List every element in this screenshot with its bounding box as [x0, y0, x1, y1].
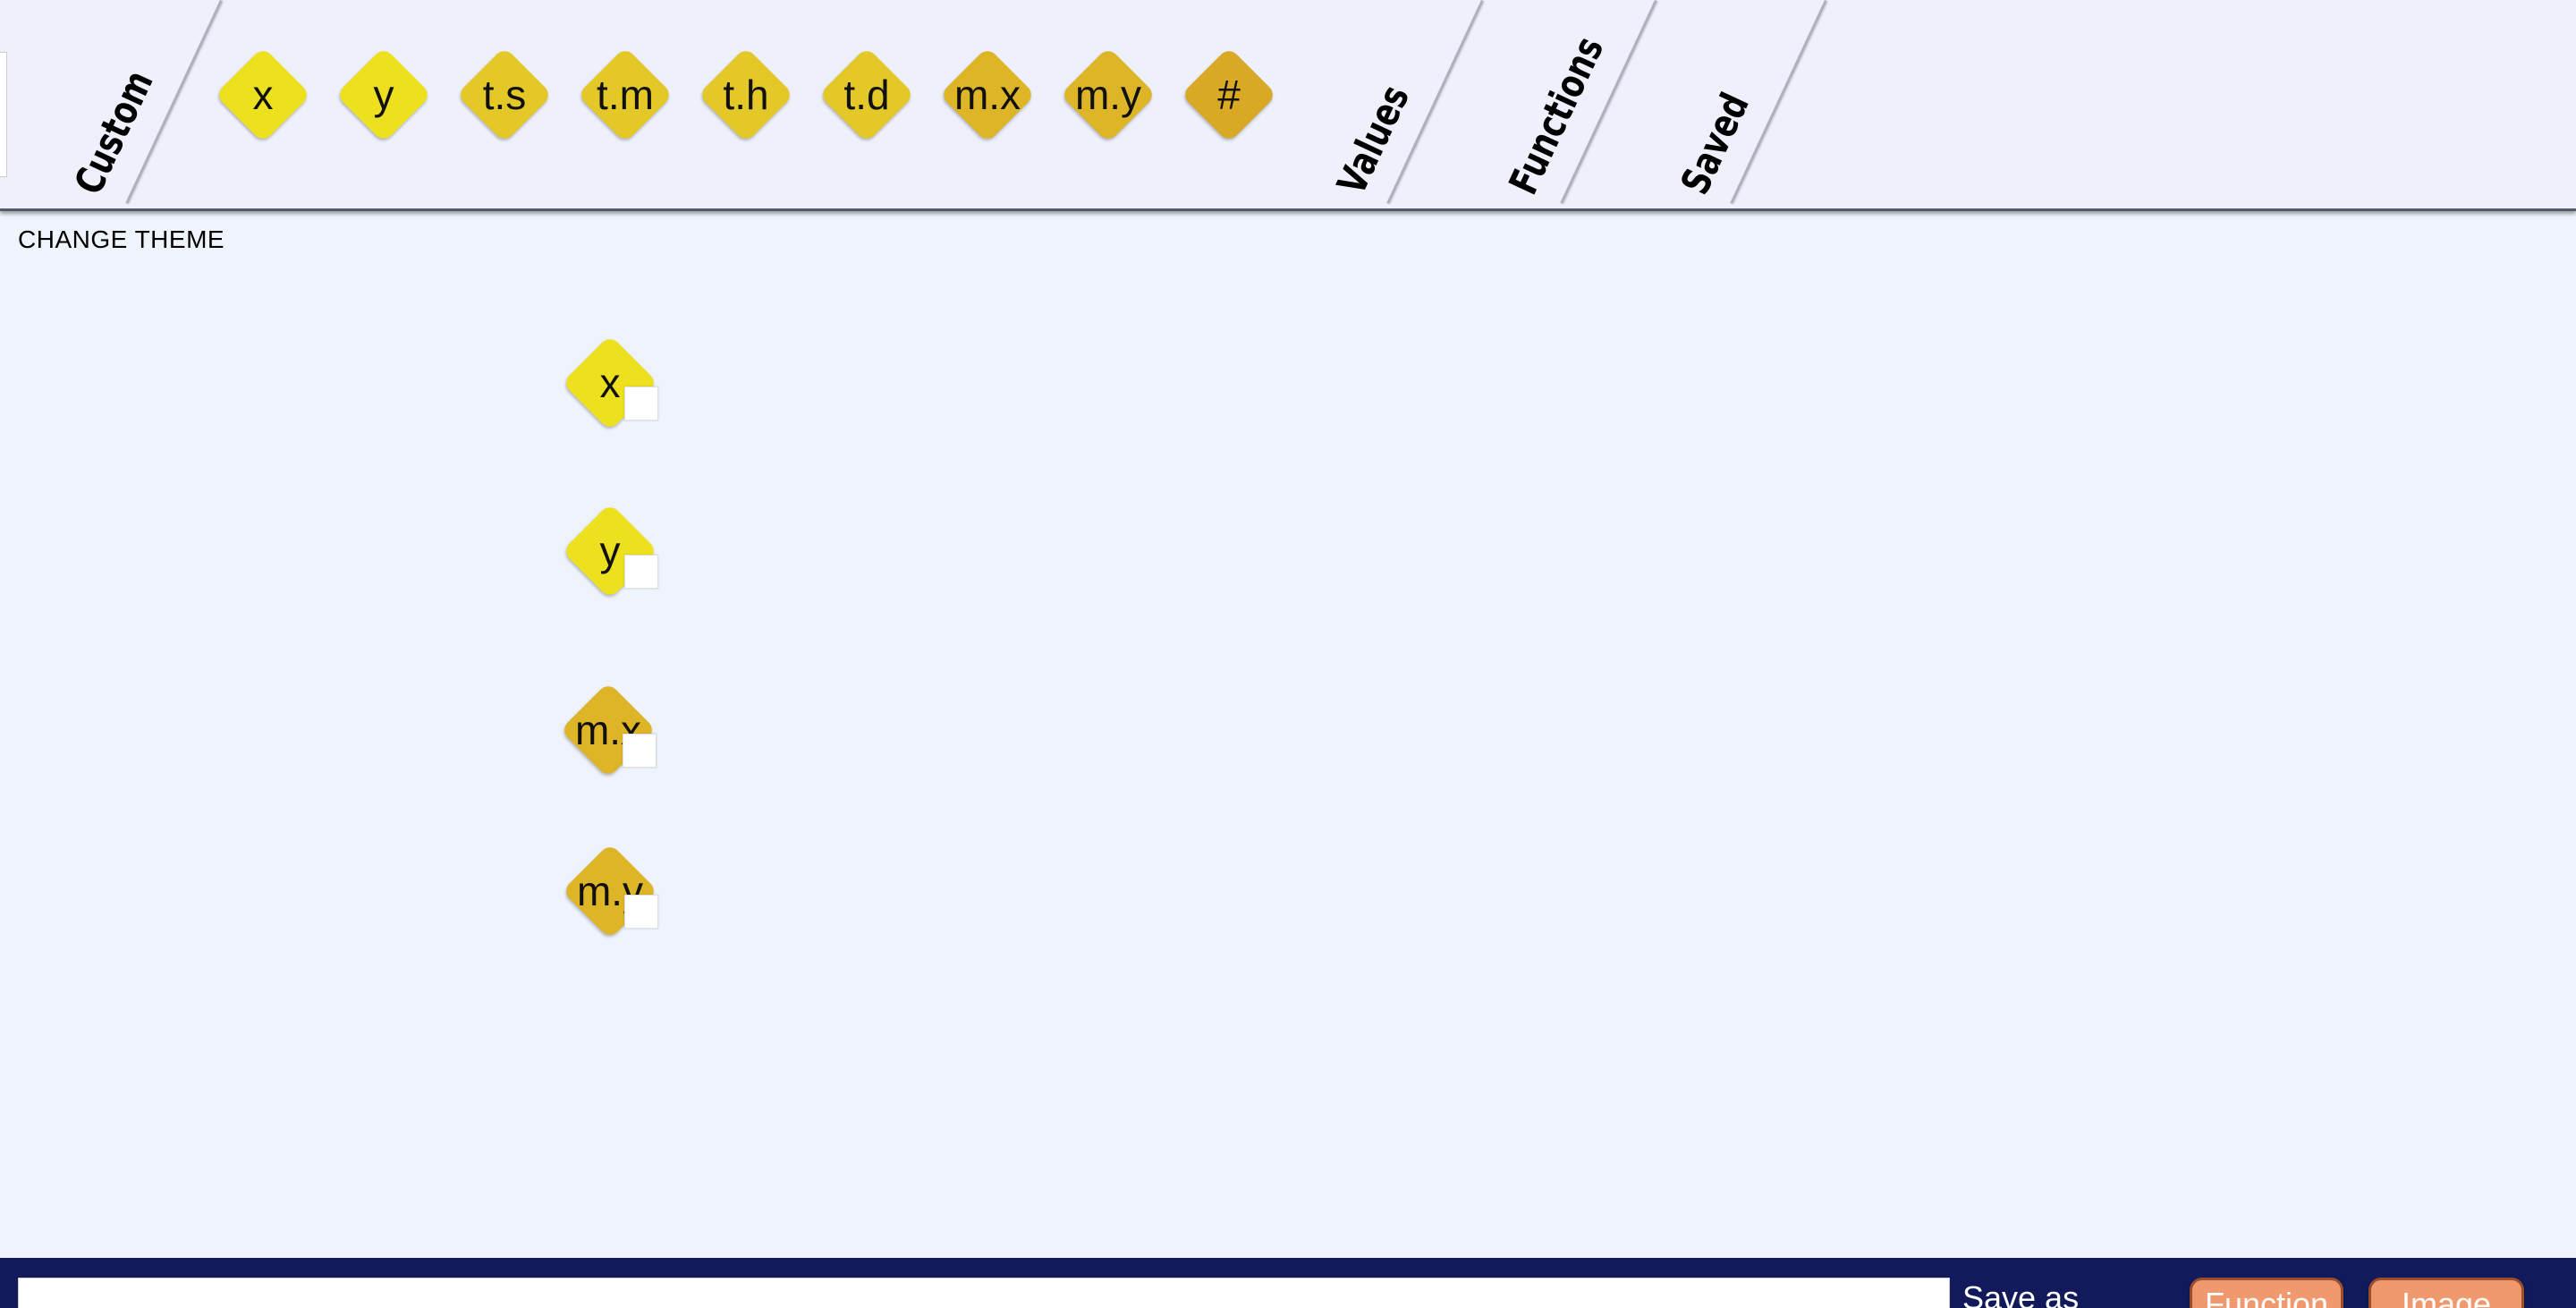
palette-token-tm[interactable]: t.m	[577, 47, 674, 143]
token-label: t.h	[723, 72, 769, 118]
workspace-token-y[interactable]: y	[562, 503, 658, 599]
token-label: t.d	[843, 72, 890, 118]
palette-token-number[interactable]: #	[1181, 47, 1277, 143]
token-label: t.s	[482, 72, 527, 118]
workspace-token-x[interactable]: x	[562, 335, 658, 431]
workspace-token-mx[interactable]: m.x	[560, 682, 657, 778]
token-label: x	[252, 72, 274, 118]
top-toolbar: Custom Values Functions Saved x y t.s t.…	[0, 0, 2576, 211]
tab-saved[interactable]: Saved	[1673, 86, 1758, 201]
palette-token-td[interactable]: t.d	[818, 47, 915, 143]
save-as-label: Save as	[1962, 1279, 2080, 1308]
token-checkbox[interactable]	[624, 386, 658, 420]
left-panel-handle[interactable]	[0, 52, 7, 177]
tab-values[interactable]: Values	[1329, 79, 1419, 201]
palette-token-ts[interactable]: t.s	[456, 47, 553, 143]
palette-token-my[interactable]: m.y	[1060, 47, 1157, 143]
token-label: y	[373, 72, 394, 118]
palette-token-mx[interactable]: m.x	[939, 47, 1036, 143]
save-bar: Save as Function Image	[0, 1258, 2576, 1308]
token-checkbox[interactable]	[624, 895, 658, 929]
token-label: t.m	[597, 72, 654, 118]
palette-token-th[interactable]: t.h	[698, 47, 794, 143]
save-name-input[interactable]	[18, 1278, 1950, 1308]
tab-custom[interactable]: Custom	[66, 64, 163, 201]
palette-token-x[interactable]: x	[215, 47, 311, 143]
workspace-token-my[interactable]: m.y	[562, 843, 658, 939]
tab-functions[interactable]: Functions	[1501, 30, 1613, 201]
save-as-image-button[interactable]: Image	[2368, 1278, 2524, 1308]
token-label: #	[1217, 72, 1241, 118]
palette-token-y[interactable]: y	[335, 47, 432, 143]
token-checkbox[interactable]	[624, 555, 658, 589]
save-as-function-button[interactable]: Function	[2190, 1278, 2343, 1308]
token-label: m.y	[1074, 72, 1142, 118]
change-theme-link[interactable]: CHANGE THEME	[18, 225, 225, 254]
token-label: m.x	[953, 72, 1021, 118]
token-checkbox[interactable]	[623, 734, 657, 768]
